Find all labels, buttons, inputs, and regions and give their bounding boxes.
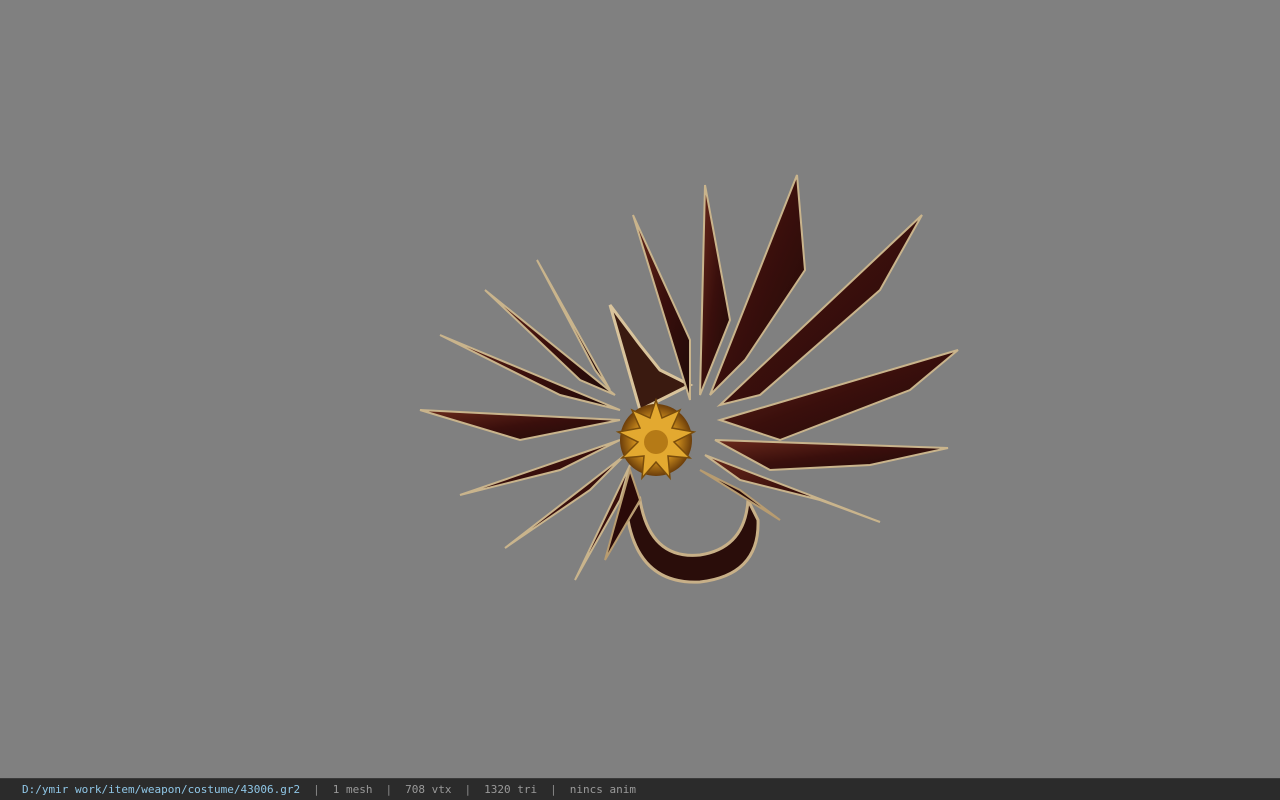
file-path: D:/ymir work/item/weapon/costume/43006.g… [22,783,301,796]
weapon-model[interactable] [0,0,1280,778]
ring-handle [626,494,760,584]
vertex-count: 708 vtx [405,783,452,796]
left-wing [419,259,642,581]
animation-status: nincs anim [569,783,636,796]
status-bar: D:/ymir work/item/weapon/costume/43006.g… [0,778,1280,800]
right-wing [632,174,959,523]
separator: | [385,783,393,796]
3d-viewport[interactable] [0,0,1280,778]
mesh-count: 1 mesh [332,783,373,796]
separator: | [550,783,557,796]
separator: | [313,783,320,796]
triangle-count: 1320 tri [484,783,538,796]
separator: | [464,783,472,796]
